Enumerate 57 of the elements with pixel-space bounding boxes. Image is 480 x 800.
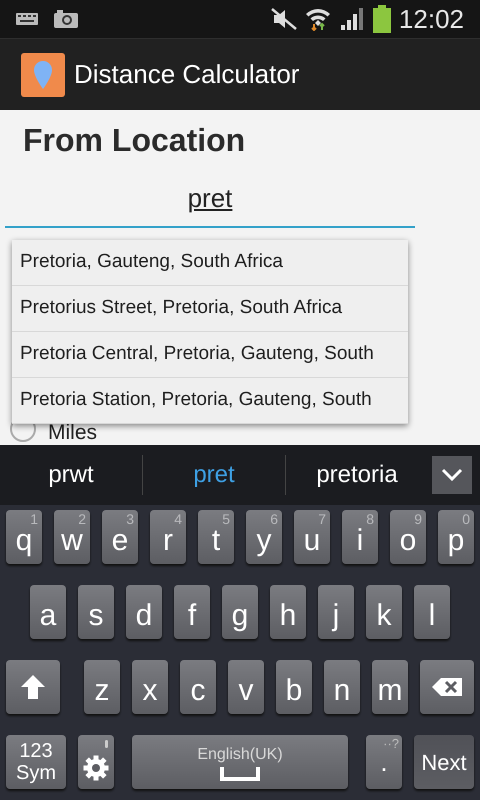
location-input[interactable]: pret (5, 182, 415, 228)
keyboard-key[interactable]: x (132, 660, 168, 714)
suggestion-item[interactable]: Pretoria, Gauteng, South Africa (12, 240, 408, 286)
keyboard-key[interactable]: 8 i (342, 510, 378, 564)
keyboard-key[interactable]: c (180, 660, 216, 714)
backspace-key[interactable] (420, 660, 474, 714)
keyboard-key[interactable]: 6 y (246, 510, 282, 564)
wifi-icon (304, 7, 331, 31)
collapse-button[interactable] (432, 456, 472, 494)
space-bar-icon (220, 767, 260, 781)
space-key[interactable]: English(UK) (132, 735, 348, 789)
next-key[interactable]: Next (414, 735, 474, 789)
keyboard-key[interactable]: v (228, 660, 264, 714)
keyboard-key[interactable]: k (366, 585, 402, 639)
keyboard-key[interactable]: s (78, 585, 114, 639)
mute-icon (270, 8, 297, 30)
keyboard-key[interactable]: n (324, 660, 360, 714)
word-suggestion[interactable]: pret (143, 457, 285, 493)
keyboard-key[interactable]: 0 p (438, 510, 474, 564)
keyboard-key[interactable]: j (318, 585, 354, 639)
keyboard-key[interactable]: 3 e (102, 510, 138, 564)
suggestion-item[interactable]: Pretorius Street, Pretoria, South Africa (12, 286, 408, 332)
keyboard-key[interactable]: 4 r (150, 510, 186, 564)
keyboard-key[interactable]: d (126, 585, 162, 639)
keyboard-key[interactable]: 2 w (54, 510, 90, 564)
word-suggestion[interactable]: prwt (0, 457, 142, 493)
keyboard-key[interactable]: g (222, 585, 258, 639)
settings-key[interactable] (78, 735, 114, 789)
keyboard-key[interactable]: 7 u (294, 510, 330, 564)
keyboard-key[interactable]: 5 t (198, 510, 234, 564)
keyboard-key[interactable]: l (414, 585, 450, 639)
keyboard-key[interactable]: b (276, 660, 312, 714)
shift-key[interactable] (6, 660, 60, 714)
map-pin-icon (21, 52, 65, 96)
signal-icon (340, 8, 365, 30)
status-time: 12:02 (398, 2, 464, 36)
chevron-down-icon (441, 468, 463, 482)
suggestion-item[interactable]: Pretoria Central, Pretoria, Gauteng, South (12, 332, 408, 378)
keyboard-key[interactable]: z (84, 660, 120, 714)
keyboard-key[interactable]: a (30, 585, 66, 639)
section-heading: From Location (22, 121, 246, 160)
app-title: Distance Calculator (74, 58, 300, 91)
battery-icon (372, 5, 391, 33)
keyboard-key[interactable]: 1 q (6, 510, 42, 564)
radio-label: Miles (48, 424, 98, 442)
keyboard-key[interactable]: m (372, 660, 408, 714)
shift-arrow-icon (20, 674, 46, 700)
camera-icon (54, 10, 78, 28)
word-suggestion[interactable]: pretoria (286, 457, 428, 493)
keyboard-icon (16, 13, 38, 25)
keyboard-key[interactable]: f (174, 585, 210, 639)
backspace-icon (432, 678, 462, 696)
suggestion-item[interactable]: Pretoria Station, Pretoria, Gauteng, South (12, 378, 408, 424)
keyboard-key[interactable]: h (270, 585, 306, 639)
keyboard-key[interactable]: 9 o (390, 510, 426, 564)
symbols-key[interactable]: 123 Sym (6, 735, 66, 789)
period-key[interactable]: ··? . (366, 735, 402, 789)
